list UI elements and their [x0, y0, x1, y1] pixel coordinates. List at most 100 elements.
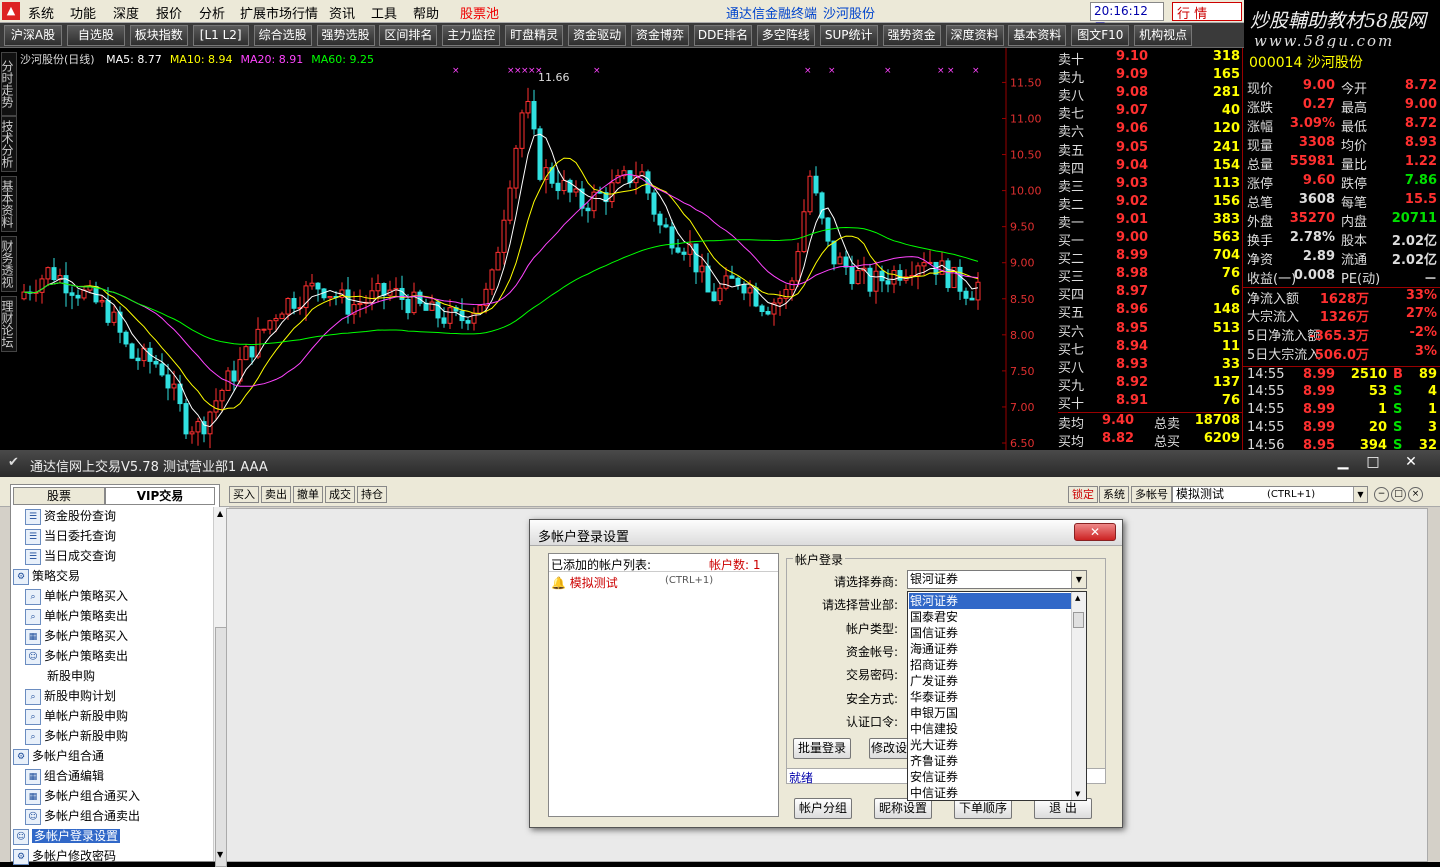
broker-option[interactable]: 国信证券	[909, 625, 1071, 641]
sell-button[interactable]: 卖出	[261, 486, 291, 503]
tree-item[interactable]: ☺ 多帐户登录设置	[13, 827, 121, 847]
tree-item[interactable]: ▦ 多帐户策略买入	[25, 627, 128, 647]
minus-icon[interactable]: −	[1374, 487, 1389, 502]
tree-item[interactable]: ⌕ 单帐户策略买入	[25, 587, 128, 607]
buy-button[interactable]: 买入	[229, 486, 259, 503]
toolbar-button-2[interactable]: 板块指数	[129, 25, 188, 46]
order-sequence-button[interactable]: 下单顺序	[954, 798, 1012, 819]
account-select[interactable]: 模拟测试 (CTRL+1) ▼	[1172, 486, 1368, 503]
broker-select[interactable]: 银河证券 ▼	[907, 570, 1087, 589]
tree-item[interactable]: ☰ 当日委托查询	[25, 527, 116, 547]
scroll-down-icon[interactable]: ▼	[217, 850, 223, 859]
multi-account-button[interactable]: 多帐号	[1131, 486, 1172, 503]
menu-analysis[interactable]: 分析	[199, 3, 225, 22]
account-group-button[interactable]: 帐户分组	[794, 798, 852, 819]
toolbar-button-14[interactable]: 强势资金	[882, 25, 941, 46]
broker-option[interactable]: 中信建投	[909, 721, 1071, 737]
dropdown-scrollbar[interactable]: ▲ ▼	[1071, 592, 1086, 800]
broker-option[interactable]: 安信证券	[909, 769, 1071, 785]
kline-chart[interactable]: 11.50 11.00 10.50 10.00 9.50 9.00 8.50 8.00 7.50…	[18, 48, 1058, 450]
quote-mode-flag[interactable]: 行 情	[1172, 2, 1242, 22]
toolbar-button-1[interactable]: 自选股	[66, 25, 125, 46]
tab-finance[interactable]: 财务透视	[0, 236, 17, 292]
broker-option[interactable]: 国泰君安	[909, 609, 1071, 625]
minimize-button[interactable]: ▁	[1328, 452, 1358, 472]
toolbar-button-15[interactable]: 深度资料	[945, 25, 1004, 46]
chevron-down-icon[interactable]: ▼	[1353, 487, 1367, 502]
tree-item[interactable]: ⌕ 单帐户新股申购	[25, 707, 128, 727]
tree-item[interactable]: ⚙ 多帐户修改密码	[13, 847, 116, 867]
broker-option[interactable]: 申银万国	[909, 705, 1071, 721]
tab-timeshare[interactable]: 分时走势	[0, 52, 17, 116]
toolbar-button-17[interactable]: 图文F10	[1071, 25, 1130, 46]
tab-technical[interactable]: 技术分析	[0, 116, 17, 172]
toolbar-button-12[interactable]: 多空阵线	[756, 25, 815, 46]
account-item[interactable]: 🔔 模拟测试 (CTRL+1)	[551, 574, 713, 591]
tree-item[interactable]: ⚙ 策略交易	[13, 567, 80, 587]
tab-vip-trade[interactable]: VIP交易	[105, 487, 215, 505]
broker-option[interactable]: 海通证券	[909, 641, 1071, 657]
scroll-up-icon[interactable]: ▲	[1075, 594, 1080, 602]
maximize-button[interactable]: □	[1358, 452, 1388, 472]
exit-button[interactable]: 退 出	[1034, 798, 1092, 819]
menu-stock-pool[interactable]: 股票池	[460, 3, 499, 22]
menu-extended-market[interactable]: 扩展市场行情	[240, 3, 318, 22]
menu-tools[interactable]: 工具	[371, 3, 397, 22]
scroll-thumb[interactable]	[1073, 612, 1084, 628]
tree-item[interactable]: ▦ 组合通编辑	[25, 767, 104, 787]
toolbar-button-16[interactable]: 基本资料	[1008, 25, 1067, 46]
lock-button[interactable]: 锁定	[1068, 486, 1098, 503]
tree-item[interactable]: ⌕ 多帐户新股申购	[25, 727, 128, 747]
broker-option[interactable]: 光大证券	[909, 737, 1071, 753]
broker-option[interactable]: 中信证券	[909, 785, 1071, 801]
menu-depth[interactable]: 深度	[113, 3, 139, 22]
scroll-down-icon[interactable]: ▼	[1075, 790, 1080, 798]
toolbar-button-18[interactable]: 机构视点	[1134, 25, 1193, 46]
close-button[interactable]: ✕	[1396, 452, 1426, 472]
broker-dropdown-list[interactable]: ▲ ▼ 银河证券 国泰君安 国信证券 海通证券 招商证券 广发证券 华泰证券 申银万国 中信建投…	[907, 591, 1087, 801]
broker-option[interactable]: 招商证券	[909, 657, 1071, 673]
toolbar-button-8[interactable]: 盯盘精灵	[505, 25, 564, 46]
toolbar-button-10[interactable]: 资金博弈	[631, 25, 689, 46]
toolbar-button-9[interactable]: 资金驱动	[568, 25, 627, 46]
menu-news[interactable]: 资讯	[329, 3, 355, 22]
nickname-button[interactable]: 昵称设置	[874, 798, 932, 819]
close-circle-icon[interactable]: ×	[1408, 487, 1423, 502]
chevron-down-icon[interactable]: ▼	[1071, 571, 1086, 588]
toolbar-button-0[interactable]: 沪深A股	[4, 25, 62, 46]
tree-item[interactable]: ☺ 多帐户组合通卖出	[25, 807, 140, 827]
tree-item[interactable]: ⌕ 单帐户策略卖出	[25, 607, 128, 627]
account-list[interactable]: 已添加的帐户列表: 帐户数: 1 🔔 模拟测试 (CTRL+1)	[548, 553, 779, 817]
broker-option[interactable]: 齐鲁证券	[909, 753, 1071, 769]
filled-button[interactable]: 成交	[325, 486, 355, 503]
tab-forum[interactable]: 理财论坛	[0, 296, 17, 352]
menu-quote[interactable]: 报价	[156, 3, 182, 22]
tree-item[interactable]: ⚙ 多帐户组合通	[13, 747, 104, 767]
broker-option[interactable]: 广发证券	[909, 673, 1071, 689]
menu-help[interactable]: 帮助	[413, 3, 439, 22]
cancel-order-button[interactable]: 撤单	[293, 486, 323, 503]
tree-item[interactable]: ☰ 资金股份查询	[25, 507, 116, 527]
menu-system[interactable]: 系统	[28, 3, 54, 22]
dialog-close-button[interactable]: ✕	[1074, 523, 1116, 541]
tab-basic-info[interactable]: 基本资料	[0, 176, 17, 232]
tree-item[interactable]: 新股申购	[25, 667, 95, 687]
scroll-up-icon[interactable]: ▲	[217, 509, 223, 518]
batch-login-button[interactable]: 批量登录	[793, 738, 851, 759]
toolbar-button-13[interactable]: SUP统计	[819, 25, 878, 46]
tree-item[interactable]: ☺ 多帐户策略卖出	[25, 647, 128, 667]
modify-button[interactable]: 修改设	[869, 738, 909, 759]
toolbar-button-3[interactable]: [L1 L2]	[192, 25, 249, 46]
toolbar-button-4[interactable]: 综合选股	[253, 25, 312, 46]
tree-item[interactable]: ▦ 多帐户组合通买入	[25, 787, 140, 807]
toolbar-button-11[interactable]: DDE排名	[693, 25, 752, 46]
menu-function[interactable]: 功能	[70, 3, 96, 22]
toolbar-button-7[interactable]: 主力监控	[442, 25, 501, 46]
system-button[interactable]: 系统	[1099, 486, 1129, 503]
restore-icon[interactable]: □	[1391, 487, 1406, 502]
broker-option[interactable]: 银河证券	[909, 593, 1071, 609]
toolbar-button-5[interactable]: 强势选股	[316, 25, 375, 46]
tree-item[interactable]: ⌕ 新股申购计划	[25, 687, 116, 707]
positions-button[interactable]: 持仓	[357, 486, 387, 503]
tree-item[interactable]: ☰ 当日成交查询	[25, 547, 116, 567]
